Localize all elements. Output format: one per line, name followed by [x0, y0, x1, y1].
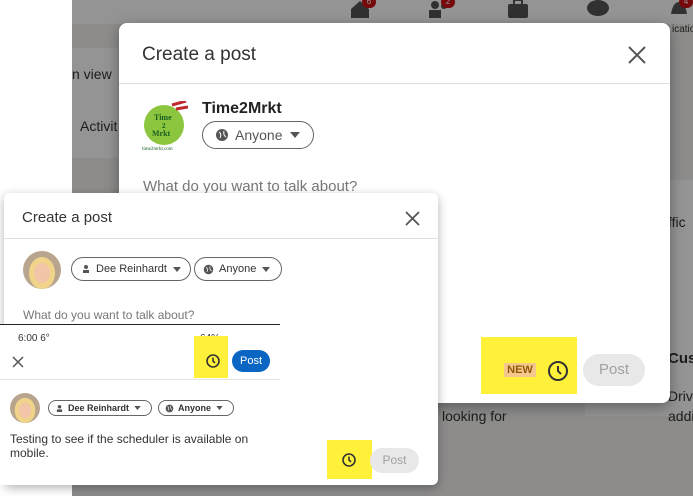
new-badge: NEW — [504, 363, 536, 377]
globe-icon — [165, 404, 174, 412]
post-button[interactable]: Post — [232, 350, 270, 372]
divider — [0, 379, 280, 380]
close-icon[interactable] — [12, 355, 24, 368]
svg-text:Mrkt: Mrkt — [152, 129, 171, 138]
avatar — [10, 393, 40, 423]
person-icon — [83, 265, 89, 273]
audience-selector[interactable]: Anyone — [194, 257, 282, 281]
post-button[interactable]: Post — [583, 354, 645, 386]
clock-icon[interactable] — [205, 353, 221, 369]
svg-text:Time: Time — [154, 113, 172, 122]
mobile-create-post: 6:00 6° 64% Post Dee Reinhardt Anyone Te… — [0, 324, 280, 485]
avatar — [23, 251, 61, 289]
caret-down-icon — [216, 406, 223, 410]
modal-header: Create a post — [4, 193, 438, 239]
modal-title: Create a post — [22, 209, 113, 226]
audience-label: Anyone — [235, 127, 283, 143]
caret-down-icon — [262, 266, 271, 272]
company-logo: Time 2 Mrkt time2mrkt.com — [142, 99, 189, 174]
close-icon[interactable] — [627, 45, 647, 65]
person-icon — [56, 404, 63, 412]
status-time: 6:00 6° — [18, 333, 50, 344]
clock-icon[interactable] — [546, 359, 570, 383]
audience-selector[interactable]: Anyone — [158, 400, 234, 416]
modal-header: Create a post — [119, 23, 670, 84]
post-body-text[interactable]: Testing to see if the scheduler is avail… — [10, 432, 270, 460]
modal-title: Create a post — [142, 44, 257, 65]
caret-down-icon — [172, 266, 181, 272]
caret-down-icon — [134, 406, 141, 410]
audience-label: Anyone — [178, 403, 212, 413]
post-button[interactable]: Post — [370, 448, 419, 473]
svg-text:time2mrkt.com: time2mrkt.com — [142, 147, 173, 152]
post-text-placeholder[interactable]: What do you want to talk about? — [23, 308, 194, 322]
author-selector[interactable]: Dee Reinhardt — [48, 400, 152, 416]
close-icon[interactable] — [405, 211, 420, 226]
caret-down-icon — [290, 132, 301, 138]
author-selector[interactable]: Dee Reinhardt — [71, 257, 191, 281]
clock-icon[interactable] — [341, 452, 357, 468]
audience-selector[interactable]: Anyone — [202, 121, 314, 149]
author-name: Dee Reinhardt — [68, 403, 130, 413]
globe-icon — [203, 264, 214, 274]
author-name: Time2Mrkt — [202, 100, 282, 117]
globe-icon — [216, 129, 228, 141]
author-name: Dee Reinhardt — [96, 263, 167, 275]
audience-label: Anyone — [219, 263, 257, 275]
